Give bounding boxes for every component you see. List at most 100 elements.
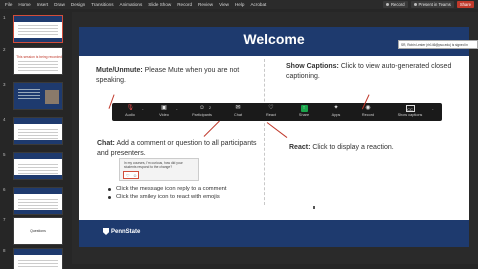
share-icon: ↑ [300, 105, 308, 112]
cc-icon: CC [405, 105, 415, 112]
thumb-number: 1 [3, 15, 6, 20]
list-item: Click the message icon reply to a commen… [107, 185, 277, 193]
menu-view[interactable]: View [219, 2, 229, 7]
chat-instruction: Chat: Add a comment or question to all p… [97, 139, 267, 158]
zoom-audio-label: Audio [125, 113, 135, 117]
thumb-title: Questions [30, 229, 46, 233]
video-icon: ▣ [161, 105, 167, 111]
list-item: Click the smiley icon to react with emoj… [107, 193, 277, 201]
menu-bar: File Home Insert Draw Design Transitions… [0, 2, 266, 7]
account-tooltip: SR, Robin Lester (rlr146@psu.edu) is sig… [398, 40, 478, 49]
slide-thumbnail-5[interactable] [13, 152, 63, 180]
menu-help[interactable]: Help [235, 2, 244, 7]
slide-thumbnail-8[interactable] [13, 248, 63, 269]
zoom-share-button[interactable]: ↑ Share [288, 105, 320, 119]
slide-thumbnail-1[interactable] [13, 15, 63, 43]
chat-icon: ✉ [235, 105, 241, 111]
thumb-number: 5 [3, 152, 6, 157]
zoom-record-label: Record [361, 113, 375, 117]
zoom-apps-button[interactable]: ✦ Apps [320, 105, 352, 119]
participants-count: 2 [209, 106, 211, 110]
slide-thumbnail-3[interactable] [13, 82, 63, 110]
menu-slide-show[interactable]: Slide Show [148, 2, 171, 7]
status-bar [72, 264, 478, 269]
thumb-number: 2 [3, 47, 6, 52]
chat-heading: Chat: [97, 140, 115, 147]
zoom-chat-label: Chat [233, 113, 243, 117]
menu-file[interactable]: File [5, 2, 12, 7]
menu-record[interactable]: Record [177, 2, 192, 7]
zoom-captions-label: Show captions [397, 113, 423, 117]
slide-thumbnails-pane: 1 2 This session is being recorded 3 4 5… [0, 12, 72, 269]
zoom-participants-button[interactable]: ☺ Participants [186, 105, 218, 119]
menu-acrobat[interactable]: Acrobat [250, 2, 266, 7]
slide-thumbnail-4[interactable] [13, 117, 63, 145]
thumb-number: 3 [3, 82, 6, 87]
react-text: Click to display a reaction. [312, 144, 394, 151]
powerpoint-window: File Home Insert Draw Design Transitions… [0, 0, 478, 269]
mute-instruction: Mute/Unmute: Please Mute when you are no… [96, 66, 256, 85]
chat-text: Add a comment or question to all partici… [97, 140, 257, 157]
react-heading: React: [289, 144, 311, 151]
zoom-chat-button[interactable]: ✉ Chat [222, 105, 254, 119]
chat-example-text: In my courses, I'm curious, how did your… [124, 161, 183, 169]
ribbon-actions: Record Present in Teams Share [383, 1, 474, 8]
menu-animations[interactable]: Animations [120, 2, 143, 7]
record-dot-icon [386, 3, 390, 6]
zoom-participants-label: Participants [192, 113, 212, 117]
apps-icon: ✦ [333, 105, 339, 111]
zoom-video-label: Video [159, 113, 169, 117]
mute-heading: Mute/Unmute: [96, 67, 143, 74]
present-in-teams-button[interactable]: Present in Teams [410, 1, 454, 8]
ribbon: File Home Insert Draw Design Transitions… [0, 0, 478, 9]
record-label: Record [391, 2, 405, 7]
share-button[interactable]: Share [456, 1, 474, 8]
pennstate-logo: PennState [103, 228, 140, 235]
menu-draw[interactable]: Draw [54, 2, 65, 7]
react-instruction: React: Click to display a reaction. [289, 143, 439, 153]
participants-icon: ☺ [198, 105, 206, 111]
zoom-react-label: React [266, 113, 276, 117]
menu-home[interactable]: Home [18, 2, 30, 7]
slide[interactable]: Welcome Mute/Unmute: Please Mute when yo… [79, 27, 469, 247]
mic-off-icon: 🎙 [126, 105, 135, 111]
menu-insert[interactable]: Insert [37, 2, 49, 7]
chat-tips-list: Click the message icon reply to a commen… [107, 185, 277, 201]
zoom-apps-label: Apps [331, 113, 341, 117]
captions-instruction: Show Captions: Click to view auto-genera… [286, 62, 456, 81]
thumb-number: 8 [3, 248, 6, 253]
thumb-number: 4 [3, 117, 6, 122]
share-label: Share [459, 2, 471, 7]
zoom-share-label: Share [298, 113, 310, 117]
arrow-to-react [266, 122, 288, 139]
chat-example-image: In my courses, I'm curious, how did your… [119, 158, 199, 181]
zoom-captions-button[interactable]: CC Show captions [388, 105, 432, 119]
thumb-number: 7 [3, 217, 6, 222]
mouse-cursor [313, 206, 315, 209]
present-label: Present in Teams [418, 2, 451, 7]
thumb-title: This session is being recorded [16, 55, 62, 59]
menu-transitions[interactable]: Transitions [91, 2, 113, 7]
thumb-number: 6 [3, 187, 6, 192]
teams-icon [413, 3, 417, 6]
logo-text: PennState [111, 228, 141, 235]
arrow-to-chat [203, 120, 220, 138]
record-button[interactable]: Record [383, 1, 408, 8]
captions-heading: Show Captions: [286, 63, 339, 70]
chat-reaction-box: ♡ ☺ [123, 171, 139, 179]
smiley-icon: ☺ [133, 173, 138, 178]
slide-thumbnail-7[interactable]: Questions [13, 217, 63, 245]
heart-icon: ♡ [126, 173, 130, 178]
menu-review[interactable]: Review [198, 2, 213, 7]
column-divider [264, 59, 265, 205]
record-icon: ◉ [365, 105, 371, 111]
slide-footer: PennState [79, 220, 469, 247]
heart-icon: ♡ [268, 105, 274, 111]
menu-design[interactable]: Design [71, 2, 85, 7]
zoom-record-button[interactable]: ◉ Record [352, 105, 384, 119]
zoom-toolbar: 🎙 Audio ^ ▣ Video ^ ☺ Participants 2 ✉ Chat … [112, 103, 442, 121]
slide-thumbnail-2[interactable]: This session is being recorded [13, 47, 63, 75]
slide-thumbnail-6[interactable] [13, 187, 63, 215]
shield-icon [103, 228, 109, 235]
zoom-react-button[interactable]: ♡ React [255, 105, 287, 119]
